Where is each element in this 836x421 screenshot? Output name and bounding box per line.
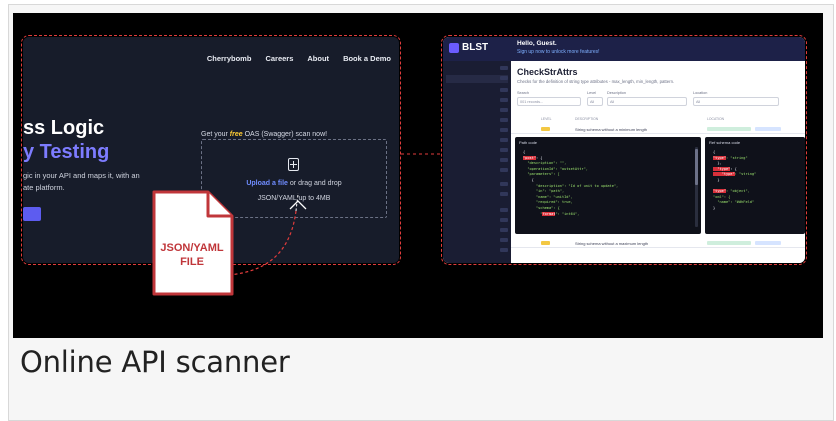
greeting: Hello, Guest. — [517, 40, 557, 47]
sidebar-item[interactable] — [446, 157, 508, 165]
hero-image: Cherrybomb Careers About Book a Demo ss … — [13, 13, 823, 338]
level-label: Level — [587, 91, 597, 95]
sidebar-item[interactable] — [446, 75, 508, 83]
scroll-thumb[interactable] — [695, 149, 698, 185]
sidebar-item[interactable] — [446, 127, 508, 135]
blst-logo-icon — [449, 43, 459, 53]
level-badge — [541, 241, 550, 245]
ref-code-title: Ref schema code — [709, 140, 741, 145]
app-brand: BLST — [462, 42, 489, 53]
json-yaml-file-icon: JSON/YAML FILE — [146, 186, 238, 301]
level-select[interactable]: All — [587, 97, 603, 106]
location-badge — [707, 127, 751, 131]
col-level: LEVEL — [541, 117, 552, 121]
sidebar-item[interactable] — [446, 65, 508, 73]
search-label: Search — [517, 91, 530, 95]
sidebar-item[interactable] — [446, 137, 508, 145]
path-code-pane: Path code { "post": { "description": "",… — [515, 137, 701, 234]
sidebar-item[interactable] — [446, 117, 508, 125]
sidebar-item[interactable] — [446, 227, 508, 235]
table-row[interactable]: String schema without a minimum length — [511, 125, 805, 134]
location-select[interactable]: All — [693, 97, 779, 106]
col-location: LOCATION — [707, 117, 725, 121]
description-select[interactable]: All — [607, 97, 687, 106]
caption: Online API scanner — [20, 345, 290, 379]
path-code-title: Path code — [519, 140, 538, 145]
search-input[interactable]: 001 records... — [517, 97, 581, 106]
sidebar-item[interactable] — [446, 247, 508, 255]
location-label: Location — [693, 91, 708, 95]
location-badge — [707, 241, 751, 245]
signup-link[interactable]: Sign up now to unlock more features! — [517, 49, 600, 55]
app-sidebar — [443, 61, 511, 263]
file-label-line1: JSON/YAML — [160, 242, 224, 254]
sidebar-item[interactable] — [446, 207, 508, 215]
sidebar-item[interactable] — [446, 87, 508, 95]
file-label-line2: FILE — [180, 256, 204, 268]
table-row[interactable]: String schema without a maximum length — [511, 239, 805, 248]
sidebar-item[interactable] — [446, 107, 508, 115]
app-topbar: BLST Hello, Guest. Sign up now to unlock… — [443, 37, 805, 61]
ref-code: { "type": "string" }, "type": { "type": … — [713, 150, 757, 210]
method-badge — [755, 241, 781, 245]
check-title: CheckStrAttrs — [517, 67, 578, 77]
sidebar-item[interactable] — [446, 167, 508, 175]
sidebar-item[interactable] — [446, 237, 508, 245]
row-description: String schema without a minimum length — [575, 127, 648, 132]
app-screenshot: BLST Hello, Guest. Sign up now to unlock… — [441, 35, 807, 265]
col-description: DESCRIPTION — [575, 117, 599, 121]
sidebar-item[interactable] — [446, 217, 508, 225]
path-code: { "post": { "description": "", "operatio… — [523, 150, 619, 216]
app-main: CheckStrAttrs Checks for the definition … — [511, 61, 805, 263]
row-description: String schema without a maximum length — [575, 241, 649, 246]
level-badge — [541, 127, 550, 131]
sidebar-item[interactable] — [446, 97, 508, 105]
ref-code-pane: Ref schema code { "type": "string" }, "t… — [705, 137, 805, 234]
sidebar-item[interactable] — [446, 147, 508, 155]
method-badge — [755, 127, 781, 131]
description-label: Description — [607, 91, 626, 95]
sidebar-item[interactable] — [446, 191, 508, 199]
check-description: Checks for the definition of string type… — [517, 79, 675, 84]
sidebar-item[interactable] — [446, 181, 508, 189]
